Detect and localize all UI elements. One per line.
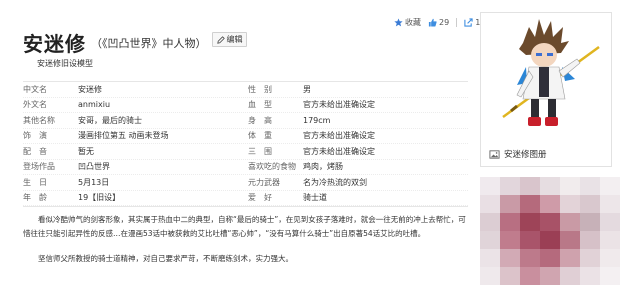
info-key: 外文名	[23, 100, 47, 110]
album-label: 安迷修图册	[504, 150, 547, 160]
info-value: 官方未给出准确设定	[303, 146, 375, 156]
intro-paragraph: 看似冷酷帅气的剑客形象，其实属于热血中二的典型，自称“最后的骑士”，在见到女孩子…	[23, 215, 466, 238]
thumbs-up-icon	[428, 18, 437, 27]
page-subtitle: （《凹凸世界》中人物）	[91, 37, 207, 50]
info-key: 配 音	[23, 146, 47, 156]
album-link[interactable]: 安迷修图册	[489, 148, 547, 160]
info-row: 中文名 安迷修 性 别 男	[23, 82, 468, 98]
info-value: anmixiu	[78, 100, 111, 110]
like-button[interactable]: 29	[428, 18, 449, 27]
info-key: 血 型	[248, 100, 272, 110]
info-key: 三 围	[248, 146, 272, 156]
star-icon	[394, 18, 403, 27]
info-value: 安哥，最后的骑士	[78, 115, 142, 125]
basic-info-table: 中文名 安迷修 性 别 男 外文名 anmixiu 血 型 官方未给出准确设定 …	[23, 81, 468, 207]
info-row: 饰 演 漫画排位第五 动画未登场 体 重 官方未给出准确设定	[23, 129, 468, 144]
info-value: 官方未给出准确设定	[303, 131, 375, 141]
info-key: 生 日	[23, 177, 47, 187]
info-value: 凹凸世界	[78, 162, 110, 172]
info-value: 暂无	[78, 146, 94, 156]
intro-paragraph: 坚信师父所教授的骑士道精神，对自己要求严苛，不断磨练剑术，实力强大。	[38, 254, 293, 263]
info-value: 5月13日	[78, 177, 110, 187]
info-row: 年 龄 19【旧设】 爱 好 骑士道	[23, 191, 468, 206]
share-button[interactable]: 1	[464, 18, 480, 27]
info-row: 其他名称 安哥，最后的骑士 身 高 179cm	[23, 113, 468, 129]
info-value: 官方未给出准确设定	[303, 100, 375, 110]
info-value: 鸡肉，烤肠	[303, 162, 343, 172]
summary-photo-card[interactable]: 安迷修图册	[480, 12, 612, 167]
edit-button-label: 编辑	[226, 35, 243, 44]
info-row: 外文名 anmixiu 血 型 官方未给出准确设定	[23, 98, 468, 113]
info-key: 体 重	[248, 131, 272, 141]
info-value: 名为冷热流的双剑	[303, 177, 367, 187]
info-key: 身 高	[248, 115, 272, 125]
share-icon	[464, 18, 473, 27]
info-value: 19【旧设】	[78, 193, 121, 203]
character-image[interactable]	[481, 13, 611, 141]
gallery-icon	[489, 149, 500, 159]
page-title: 安迷修	[23, 32, 86, 56]
like-count: 29	[439, 18, 450, 27]
info-key: 中文名	[23, 84, 47, 94]
info-key: 饰 演	[23, 131, 47, 141]
info-key: 年 龄	[23, 193, 47, 203]
pencil-icon	[216, 35, 225, 44]
info-row: 配 音 暂无 三 围 官方未给出准确设定	[23, 144, 468, 160]
model-note: 安迷修旧设模型	[37, 59, 93, 68]
info-value: 安迷修	[78, 84, 102, 94]
info-bottom-rule	[23, 206, 468, 207]
info-value: 漫画排位第五 动画未登场	[78, 131, 169, 141]
info-value: 骑士道	[303, 193, 327, 203]
info-value: 179cm	[303, 115, 331, 125]
info-key: 爱 好	[248, 193, 272, 203]
blurred-image-thumbnail[interactable]	[480, 177, 620, 285]
info-key: 登场作品	[23, 162, 55, 172]
info-key: 元力武器	[248, 177, 280, 187]
info-key: 喜欢吃的食物	[248, 162, 296, 172]
collect-label: 收藏	[405, 18, 421, 27]
edit-button[interactable]: 编辑	[212, 32, 247, 47]
collect-button[interactable]: 收藏	[394, 17, 421, 28]
action-bar: 收藏 29 1	[394, 17, 487, 28]
info-row: 生 日 5月13日 元力武器 名为冷热流的双剑	[23, 175, 468, 191]
action-divider	[456, 18, 458, 27]
info-row: 登场作品 凹凸世界 喜欢吃的食物 鸡肉，烤肠	[23, 160, 468, 175]
info-value: 男	[303, 84, 311, 94]
info-key: 性 别	[248, 84, 272, 94]
info-key: 其他名称	[23, 115, 55, 125]
